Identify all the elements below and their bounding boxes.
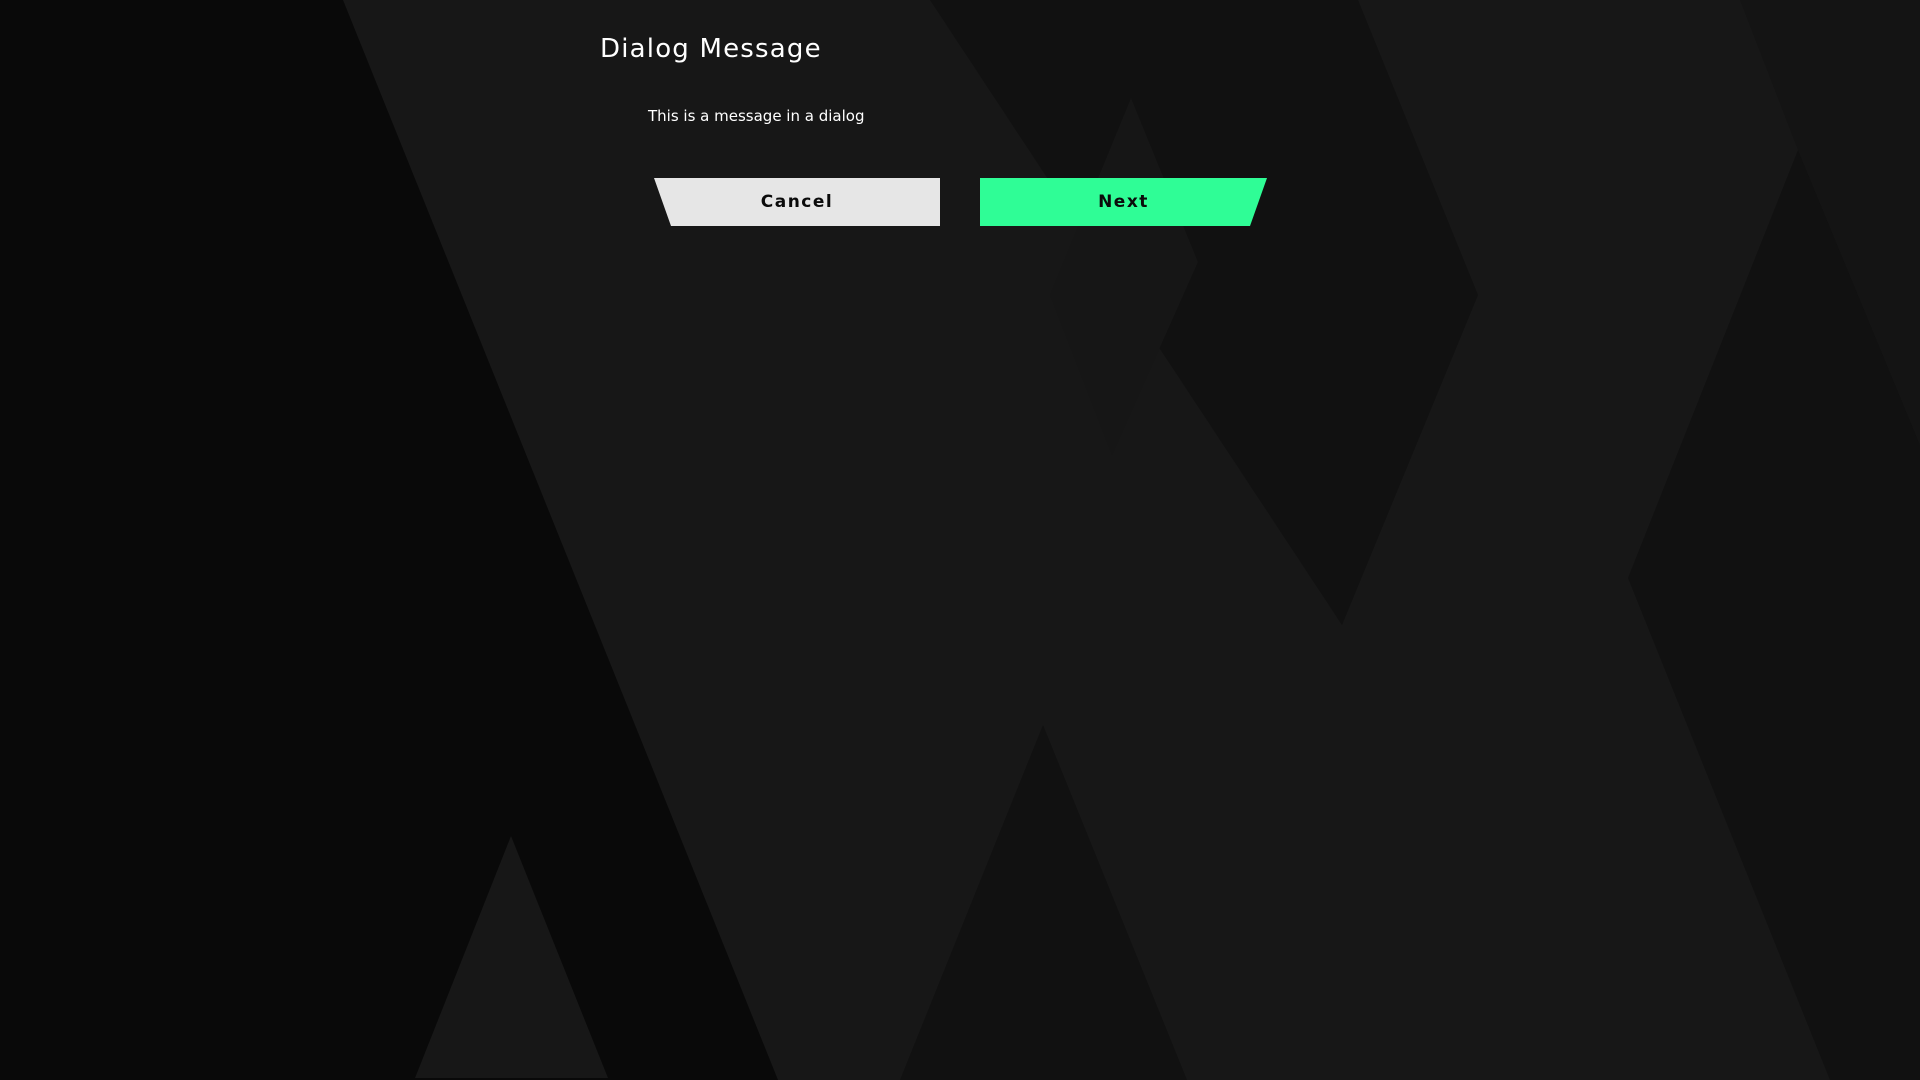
background-pattern bbox=[0, 0, 1920, 1080]
next-button-label: Next bbox=[1098, 192, 1149, 212]
cancel-button-label: Cancel bbox=[760, 192, 834, 212]
dialog-message: This is a message in a dialog bbox=[648, 107, 865, 125]
cancel-button[interactable]: Cancel bbox=[654, 178, 940, 226]
next-button[interactable]: Next bbox=[980, 178, 1267, 226]
dialog-title: Dialog Message bbox=[600, 34, 822, 64]
dialog-screen: Dialog Message This is a message in a di… bbox=[0, 0, 1920, 1080]
